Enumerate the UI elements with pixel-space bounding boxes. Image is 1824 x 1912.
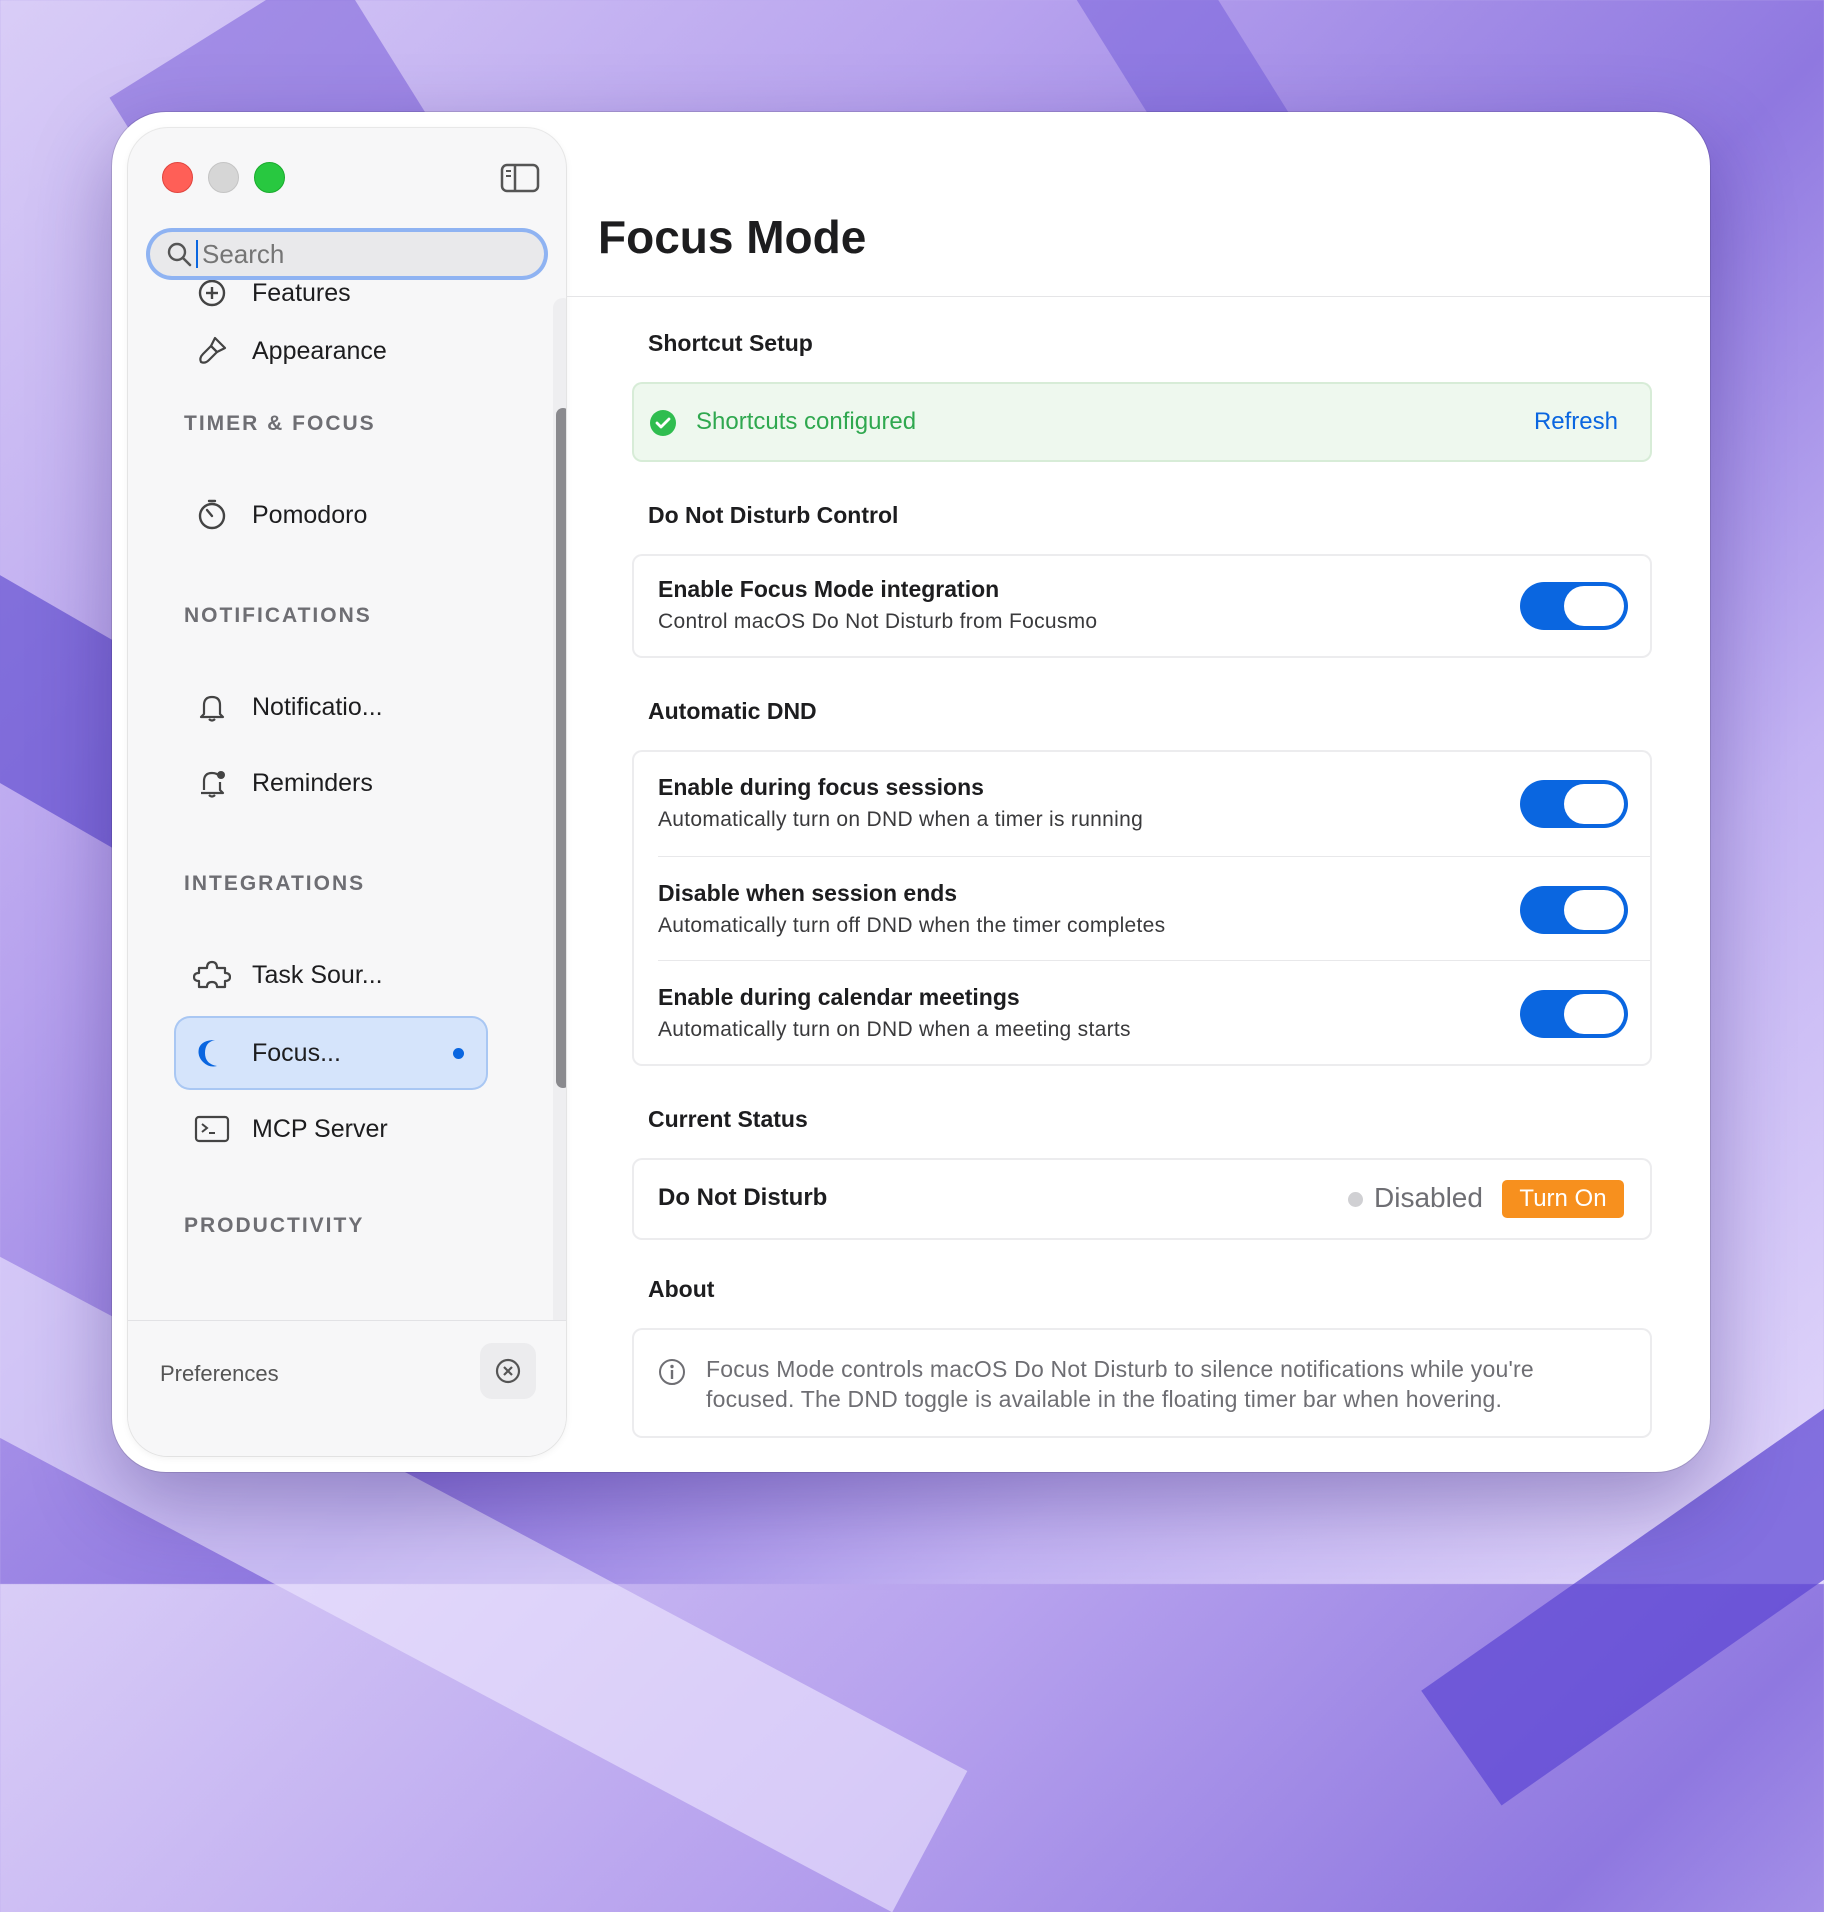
settings-window: Features Appearance TIMER & FOCUS Pomodo…	[112, 112, 1710, 1472]
preferences-label: Preferences	[160, 1361, 279, 1386]
sidebar-item-label: Reminders	[252, 768, 373, 797]
preferences-close-button[interactable]	[480, 1343, 536, 1399]
sidebar-nav: Features Appearance TIMER & FOCUS Pomodo…	[128, 278, 548, 1318]
search-input[interactable]	[202, 238, 522, 270]
setting-subtitle: Automatically turn on DND when a timer i…	[658, 808, 1144, 831]
close-window-button[interactable]	[162, 162, 193, 193]
focus-integration-toggle[interactable]	[1520, 582, 1628, 630]
toggle-sidebar-icon[interactable]	[500, 162, 540, 194]
automatic-dnd-card: Enable during focus sessions Automatical…	[634, 752, 1650, 1064]
search-icon	[167, 242, 192, 267]
dnd-status-value: Disabled	[1374, 1182, 1483, 1213]
page-title: Focus Mode	[598, 211, 867, 263]
title-divider	[566, 296, 1710, 297]
calendar-meetings-toggle[interactable]	[1520, 990, 1628, 1038]
turn-on-button[interactable]: Turn On	[1502, 1180, 1624, 1218]
moon-icon	[192, 1033, 232, 1073]
status-indicator-dot	[1348, 1192, 1363, 1207]
checkmark-circle-icon	[650, 410, 676, 436]
sidebar-item-label: Notificatio...	[252, 692, 383, 721]
main-content: Focus Mode Shortcut Setup Shortcuts conf…	[566, 112, 1710, 1472]
text-caret	[196, 240, 198, 268]
section-header-timer-focus: TIMER & FOCUS	[184, 412, 376, 435]
dnd-status-label: Do Not Disturb	[658, 1184, 828, 1211]
sidebar-item-mcp-server[interactable]: MCP Server	[176, 1094, 486, 1164]
sidebar-item-reminders[interactable]: Reminders	[176, 748, 486, 818]
current-status-card: Do Not Disturb Disabled Turn On	[634, 1160, 1650, 1238]
sidebar-item-label: Appearance	[252, 336, 387, 365]
timer-icon	[192, 495, 232, 535]
dnd-control-card: Enable Focus Mode integration Control ma…	[634, 556, 1650, 656]
section-title-current-status: Current Status	[648, 1106, 808, 1132]
setting-subtitle: Control macOS Do Not Disturb from Focusm…	[658, 610, 1098, 633]
setting-title: Enable during calendar meetings	[658, 984, 1020, 1010]
sidebar-footer: Preferences	[128, 1320, 566, 1456]
sidebar-item-task-sources[interactable]: Task Sour...	[176, 940, 486, 1010]
maximize-window-button[interactable]	[254, 162, 285, 193]
paintbrush-icon	[192, 331, 232, 371]
session-ends-toggle[interactable]	[1520, 886, 1628, 934]
close-circle-icon	[495, 1358, 521, 1384]
sidebar-item-label: Pomodoro	[252, 500, 368, 529]
sidebar-item-label: Focus...	[252, 1038, 341, 1067]
section-title-dnd-control: Do Not Disturb Control	[648, 502, 899, 528]
section-header-productivity: PRODUCTIVITY	[184, 1214, 365, 1237]
sidebar-item-appearance[interactable]: Appearance	[176, 316, 486, 386]
sidebar-item-focus[interactable]: Focus...	[176, 1018, 486, 1088]
bell-icon	[192, 687, 232, 727]
focus-sessions-toggle[interactable]	[1520, 780, 1628, 828]
sidebar-item-notifications[interactable]: Notificatio...	[176, 672, 486, 742]
setting-row-calendar-meetings: Enable during calendar meetings Automati…	[634, 960, 1650, 1064]
about-card: Focus Mode controls macOS Do Not Disturb…	[634, 1330, 1650, 1436]
section-title-shortcut-setup: Shortcut Setup	[648, 330, 813, 356]
setting-subtitle: Automatically turn on DND when a meeting…	[658, 1018, 1131, 1041]
sidebar-item-label: Features	[252, 278, 351, 307]
bell-badge-icon	[192, 763, 232, 803]
setting-subtitle: Automatically turn off DND when the time…	[658, 914, 1166, 937]
about-description: Focus Mode controls macOS Do Not Disturb…	[706, 1356, 1534, 1412]
section-title-automatic-dnd: Automatic DND	[648, 698, 817, 724]
minimize-window-button[interactable]	[208, 162, 239, 193]
setting-row-session-ends: Disable when session ends Automatically …	[634, 856, 1650, 960]
unsaved-indicator-dot	[453, 1047, 464, 1059]
shortcut-status-card: Shortcuts configured Refresh	[634, 384, 1650, 460]
setting-row-focus-integration: Enable Focus Mode integration Control ma…	[634, 556, 1650, 656]
section-title-about: About	[648, 1276, 715, 1302]
sidebar-item-label: Task Sour...	[252, 960, 383, 989]
sidebar-item-label: MCP Server	[252, 1114, 388, 1143]
sidebar: Features Appearance TIMER & FOCUS Pomodo…	[128, 128, 566, 1456]
sidebar-item-pomodoro[interactable]: Pomodoro	[176, 480, 486, 550]
setting-row-focus-sessions: Enable during focus sessions Automatical…	[634, 752, 1650, 856]
plus-circle-icon	[192, 278, 232, 313]
search-field[interactable]	[150, 232, 544, 276]
puzzle-icon	[192, 955, 232, 995]
setting-title: Disable when session ends	[658, 880, 958, 906]
terminal-icon	[192, 1109, 232, 1149]
section-header-integrations: INTEGRATIONS	[184, 872, 366, 895]
shortcut-status-text: Shortcuts configured	[696, 408, 917, 435]
section-header-notifications: NOTIFICATIONS	[184, 604, 372, 627]
info-circle-icon	[659, 1359, 685, 1385]
setting-title: Enable Focus Mode integration	[658, 576, 1000, 602]
setting-title: Enable during focus sessions	[658, 774, 984, 800]
refresh-button[interactable]: Refresh	[1534, 408, 1618, 436]
sidebar-scrollbar-thumb[interactable]	[556, 408, 566, 1088]
